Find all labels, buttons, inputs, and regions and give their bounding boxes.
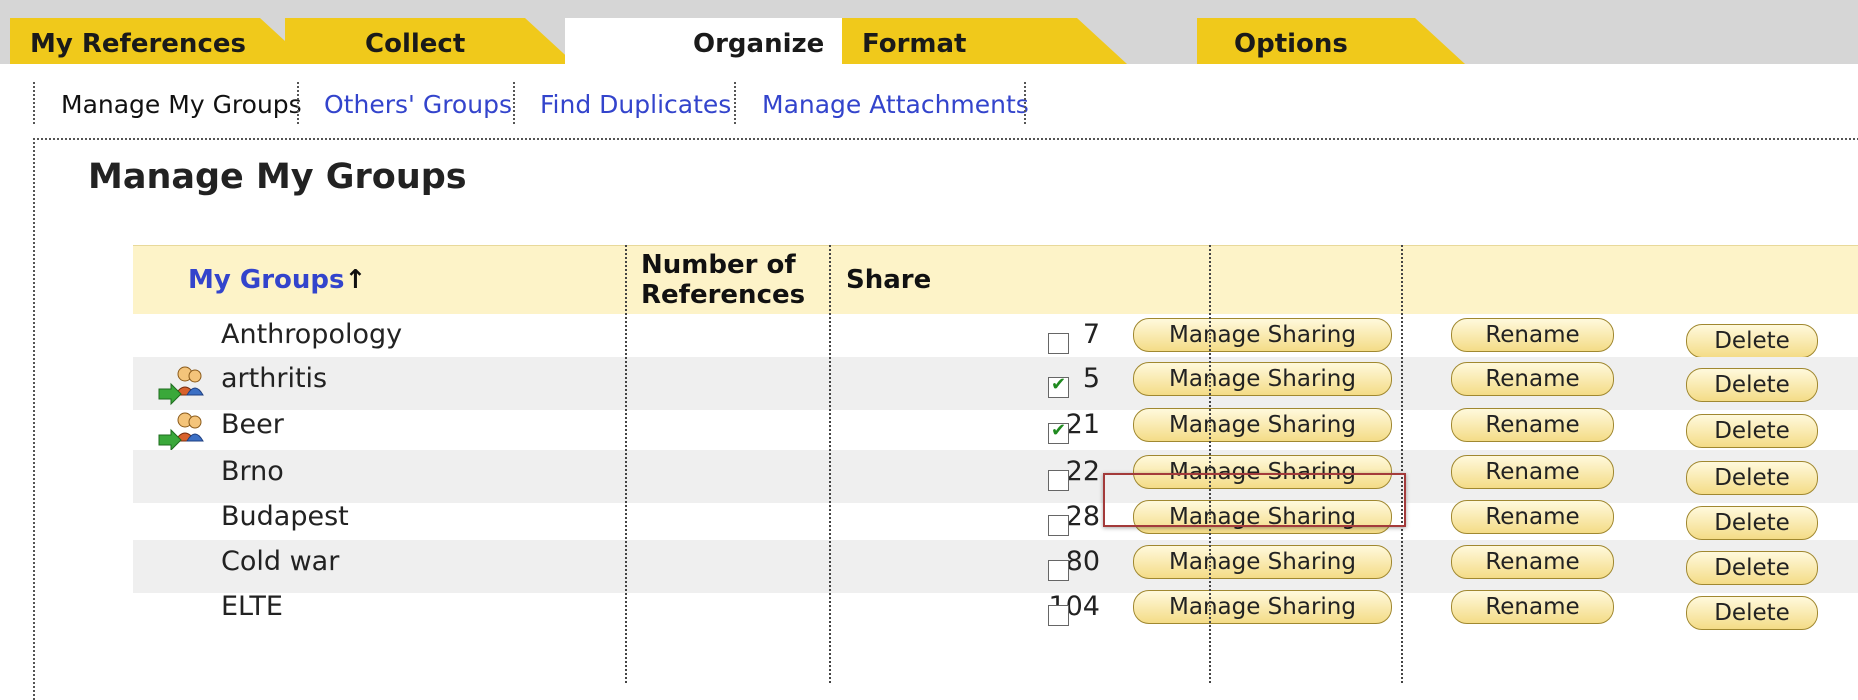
table-header: My Groups↑ Number of References Share [133, 245, 1858, 314]
group-name: Cold war [221, 546, 340, 577]
share-checkbox[interactable] [1048, 470, 1069, 491]
table-row: ELTE 104 Manage Sharing Rename Delete [133, 585, 1858, 638]
tab-my-references[interactable]: My References [10, 18, 310, 64]
column-divider [1401, 245, 1403, 683]
count-header-line2: References [641, 280, 806, 310]
references-count-header: Number of References [641, 250, 805, 310]
group-name: Anthropology [221, 319, 403, 350]
group-name: Budapest [221, 501, 349, 532]
share-checkbox[interactable] [1048, 605, 1069, 626]
tab-label: Options [1234, 29, 1348, 59]
delete-button[interactable]: Delete [1686, 461, 1818, 495]
manage-sharing-button[interactable]: Manage Sharing [1133, 590, 1392, 624]
subnav-divider [297, 82, 299, 124]
subnav-divider [33, 82, 35, 124]
tab-format[interactable]: Format [842, 18, 1127, 64]
group-name: arthritis [221, 363, 328, 394]
subnav-find-duplicates[interactable]: Find Duplicates [540, 90, 731, 119]
reference-count: 7 [1082, 319, 1100, 350]
delete-button[interactable]: Delete [1686, 368, 1818, 402]
delete-button[interactable]: Delete [1686, 551, 1818, 585]
sub-navigation: Manage My Groups Others' Groups Find Dup… [0, 78, 1858, 128]
share-checkbox[interactable] [1048, 560, 1069, 581]
group-name: ELTE [221, 591, 283, 622]
tab-label: Format [862, 29, 967, 59]
subnav-divider [513, 82, 515, 124]
group-name: Brno [221, 456, 284, 487]
tab-label: Organize [693, 29, 825, 59]
delete-button[interactable]: Delete [1686, 324, 1818, 358]
share-checkbox[interactable] [1048, 420, 1069, 444]
rename-button[interactable]: Rename [1451, 455, 1614, 489]
tab-organize[interactable]: Organize [565, 18, 870, 64]
share-checkbox[interactable] [1048, 374, 1069, 398]
rename-button[interactable]: Rename [1451, 500, 1614, 534]
subnav-manage-my-groups[interactable]: Manage My Groups [61, 90, 302, 119]
rename-button[interactable]: Rename [1451, 590, 1614, 624]
reference-count: 21 [1065, 409, 1100, 440]
manage-sharing-button[interactable]: Manage Sharing [1133, 362, 1392, 396]
delete-button[interactable]: Delete [1686, 414, 1818, 448]
reference-count: 28 [1065, 501, 1100, 532]
share-column-header: Share [846, 265, 932, 295]
manage-sharing-button[interactable]: Manage Sharing [1133, 318, 1392, 352]
sort-arrow-icon: ↑ [344, 265, 367, 295]
column-divider [625, 245, 627, 683]
table-row: Beer 21 Manage Sharing Rename Delete [133, 403, 1858, 456]
shared-group-icon [158, 366, 204, 406]
shared-group-icon [158, 412, 204, 452]
tab-label: Collect [365, 29, 466, 59]
rename-button[interactable]: Rename [1451, 408, 1614, 442]
tab-collect[interactable]: Collect [285, 18, 575, 64]
subnav-divider [1024, 82, 1026, 124]
highlight-box [1103, 473, 1406, 527]
reference-count: 22 [1065, 456, 1100, 487]
subnav-manage-attachments[interactable]: Manage Attachments [762, 90, 1029, 119]
subnav-divider [734, 82, 736, 124]
reference-count: 5 [1082, 363, 1100, 394]
tab-label: My References [30, 29, 246, 59]
groups-table: My Groups↑ Number of References Share An… [133, 245, 1858, 683]
share-checkbox[interactable] [1048, 333, 1069, 354]
column-divider [829, 245, 831, 683]
rename-button[interactable]: Rename [1451, 545, 1614, 579]
manage-sharing-button[interactable]: Manage Sharing [1133, 408, 1392, 442]
group-name: Beer [221, 409, 284, 440]
manage-sharing-button[interactable]: Manage Sharing [1133, 545, 1392, 579]
subnav-others-groups[interactable]: Others' Groups [324, 90, 512, 119]
delete-button[interactable]: Delete [1686, 506, 1818, 540]
delete-button[interactable]: Delete [1686, 596, 1818, 630]
rename-button[interactable]: Rename [1451, 362, 1614, 396]
tab-options[interactable]: Options [1197, 18, 1465, 64]
reference-count: 80 [1065, 546, 1100, 577]
groups-header-link[interactable]: My Groups [188, 265, 345, 295]
groups-column-header[interactable]: My Groups↑ [188, 265, 366, 295]
share-checkbox[interactable] [1048, 515, 1069, 536]
rename-button[interactable]: Rename [1451, 318, 1614, 352]
page-title: Manage My Groups [88, 157, 467, 197]
column-divider [1209, 245, 1211, 683]
main-tab-bar: My References Collect Organize Format Op… [0, 0, 1858, 64]
count-header-line1: Number of [641, 250, 796, 280]
